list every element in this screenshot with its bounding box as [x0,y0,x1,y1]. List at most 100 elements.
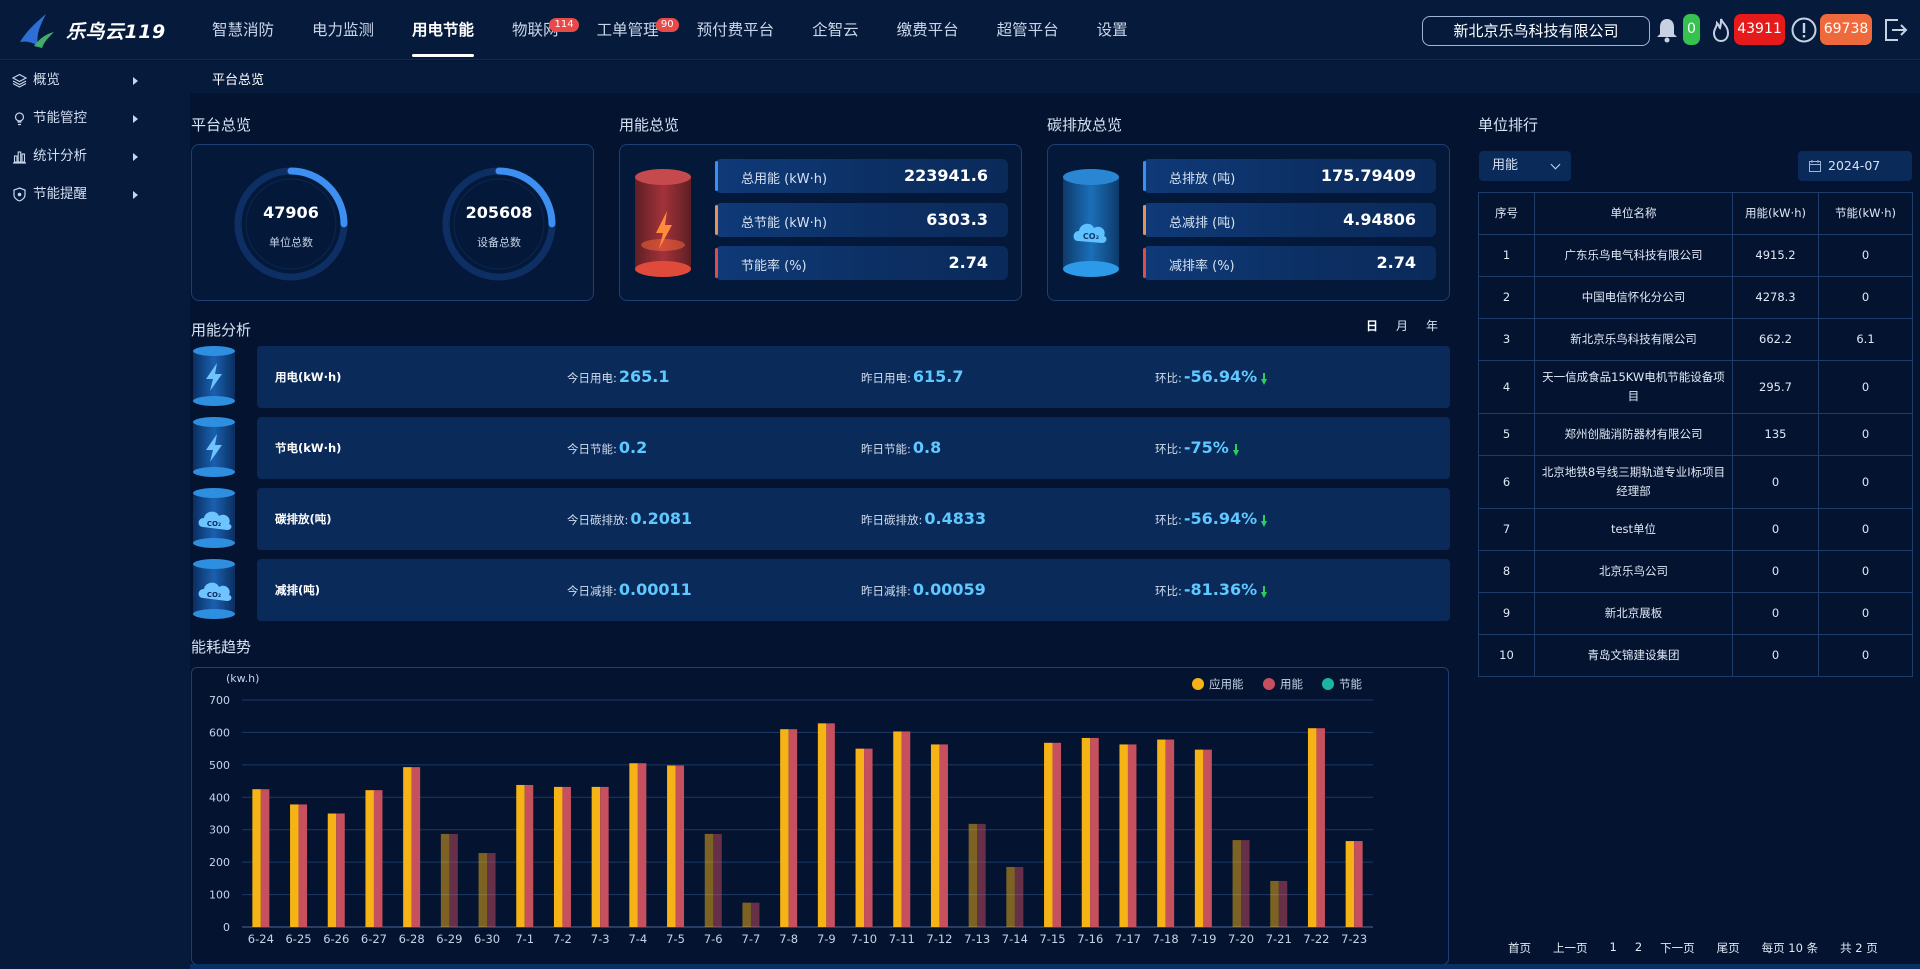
table-row[interactable]: 3 新北京乐鸟科技有限公司 662.2 6.1 [1478,318,1913,361]
bar-applied [591,786,601,927]
bell-icon[interactable] [1652,15,1682,45]
sidebar-item-energy-control[interactable]: 节能管控 [0,99,190,137]
bar-usage [1090,737,1099,927]
chevron-right-icon [133,153,138,161]
alert-count-badge[interactable]: 69738 [1820,14,1872,45]
tab-platform-overview[interactable]: 平台总览 [212,69,264,88]
down-arrow-icon [1261,514,1268,527]
next-page-link[interactable]: 下一页 [1660,940,1695,956]
total-reduction-label: 总减排 (吨) [1169,216,1236,231]
sidebar-item-energy-reminder[interactable]: 节能提醒 [0,175,190,213]
nav-admin[interactable]: 超管平台 [978,0,1078,60]
energy-use-cell: 0 [1732,455,1819,509]
reduction-rate-value: 2.74 [1376,253,1416,272]
total-pages-label: 共 2 页 [1840,941,1878,955]
col-energy-saving: 节能(kW·h) [1818,192,1913,235]
x-tick-label: 7-11 [889,932,915,946]
down-arrow-icon [1232,443,1239,456]
bar-usage [1127,744,1137,927]
logout-icon[interactable] [1880,15,1910,45]
table-row[interactable]: 8 北京乐鸟公司 0 0 [1478,550,1913,593]
table-row[interactable]: 7 test单位 0 0 [1478,508,1913,551]
x-tick-label: 7-15 [1039,932,1065,946]
col-rank: 序号 [1478,192,1535,235]
y-tick-label: 0 [223,921,230,934]
sidebar-item-overview[interactable]: 概览 [0,61,190,99]
ranking-type-select[interactable]: 用能 [1479,151,1571,181]
alert-icon[interactable] [1789,15,1819,45]
nav-energy-saving[interactable]: 用电节能 [393,0,493,60]
nav-label: 工单管理 [596,21,659,39]
bottom-scrollbar[interactable] [190,964,1920,969]
nav-label: 缴费平台 [896,21,959,39]
bar-applied [893,731,902,927]
rank-cell: 10 [1478,634,1535,677]
app-logo[interactable]: 乐鸟云119 [14,8,174,52]
bar-usage [1316,728,1325,927]
nav-enterprise-cloud[interactable]: 企智云 [793,0,878,60]
reduction-rate-label: 减排率 (%) [1169,259,1235,274]
x-tick-label: 6-25 [285,932,311,946]
bar-applied [1232,840,1242,927]
energy-use-cell: 4915.2 [1732,234,1819,277]
svg-text:CO₂: CO₂ [207,591,221,599]
table-row[interactable]: 10 青岛文锦建设集团 0 0 [1478,634,1913,677]
x-tick-label: 7-3 [591,932,610,946]
bell-count-badge[interactable]: 0 [1683,14,1700,45]
unit-ranking-title: 单位排行 [1478,116,1539,134]
page-1-link[interactable]: 1 [1610,940,1617,956]
total-emission-value: 175.79409 [1320,166,1416,185]
bar-applied [667,765,676,927]
last-page-link[interactable]: 尾页 [1717,940,1740,956]
toggle-month[interactable]: 月 [1396,317,1408,334]
bar-applied [440,833,450,927]
x-tick-label: 7-1 [515,932,534,946]
x-tick-label: 7-7 [742,932,761,946]
nav-settings[interactable]: 设置 [1078,0,1147,60]
carbon-reduction-row: 减排(吨) 今日减排: 0.00011 昨日减排: 0.00059 环比: -81.3… [257,559,1450,621]
nav-work-orders[interactable]: 工单管理 90 [578,0,679,60]
ranking-month-picker[interactable]: 2024-07 [1798,151,1912,181]
nav-prepaid[interactable]: 预付费平台 [678,0,794,60]
electricity-saving-row: 节电(kW·h) 今日节能: 0.2 昨日节能: 0.8 环比: -75% [257,417,1450,479]
table-row[interactable]: 6 北京地铁8号线三期轨道专业Ⅰ标项目经理部 0 0 [1478,455,1913,509]
trend-chart-svg: 0 100 200 300 400 500 600 700 (kw.h) 6-24 6-25 6-26… [209,672,1373,946]
table-row[interactable]: 2 中国电信怀化分公司 4278.3 0 [1478,276,1913,319]
energy-trend-chart: 0 100 200 300 400 500 600 700 (kw.h) 6-24 6-25 6-26… [191,667,1449,965]
bar-usage [1052,742,1062,927]
devices-total-label: 设备总数 [477,236,521,249]
x-tick-label: 7-19 [1190,932,1216,946]
prev-page-link[interactable]: 上一页 [1553,940,1588,956]
company-selector[interactable]: 新北京乐鸟科技有限公司 [1422,16,1650,46]
fire-count-badge[interactable]: 43911 [1734,14,1785,45]
table-row[interactable]: 5 郑州创融消防器材有限公司 135 0 [1478,413,1913,456]
page-2-link[interactable]: 2 [1635,940,1642,956]
table-row[interactable]: 1 广东乐鸟电气科技有限公司 4915.2 0 [1478,234,1913,277]
legend-marker [1322,678,1334,690]
bar-applied [742,902,751,927]
fire-icon[interactable] [1706,15,1736,45]
x-tick-label: 7-12 [926,932,952,946]
rank-cell: 2 [1478,276,1535,319]
nav-power-monitor[interactable]: 电力监测 [293,0,393,60]
total-energy-value: 223941.6 [903,166,988,185]
platform-overview-title: 平台总览 [191,116,252,134]
bar-usage [637,763,647,927]
toggle-year[interactable]: 年 [1426,317,1438,334]
chevron-right-icon [133,77,138,85]
bar-applied [365,790,374,927]
total-saving-value: 6303.3 [926,210,988,229]
bar-usage [411,767,421,927]
table-row[interactable]: 4 天一信成食品15KW电机节能设备项目 295.7 0 [1478,360,1913,414]
legend-marker [1192,678,1204,690]
first-page-link[interactable]: 首页 [1508,940,1531,956]
table-row[interactable]: 9 新北京展板 0 0 [1478,592,1913,635]
x-tick-label: 7-4 [628,932,647,946]
yesterday-value: 昨日节能: 0.8 [861,438,942,457]
nav-payment[interactable]: 缴费平台 [878,0,978,60]
nav-smart-fire[interactable]: 智慧消防 [193,0,293,60]
sidebar-item-statistics[interactable]: 统计分析 [0,137,190,175]
bar-applied [629,763,638,927]
nav-iot[interactable]: 物联网 114 [493,0,579,60]
toggle-day[interactable]: 日 [1366,317,1378,334]
